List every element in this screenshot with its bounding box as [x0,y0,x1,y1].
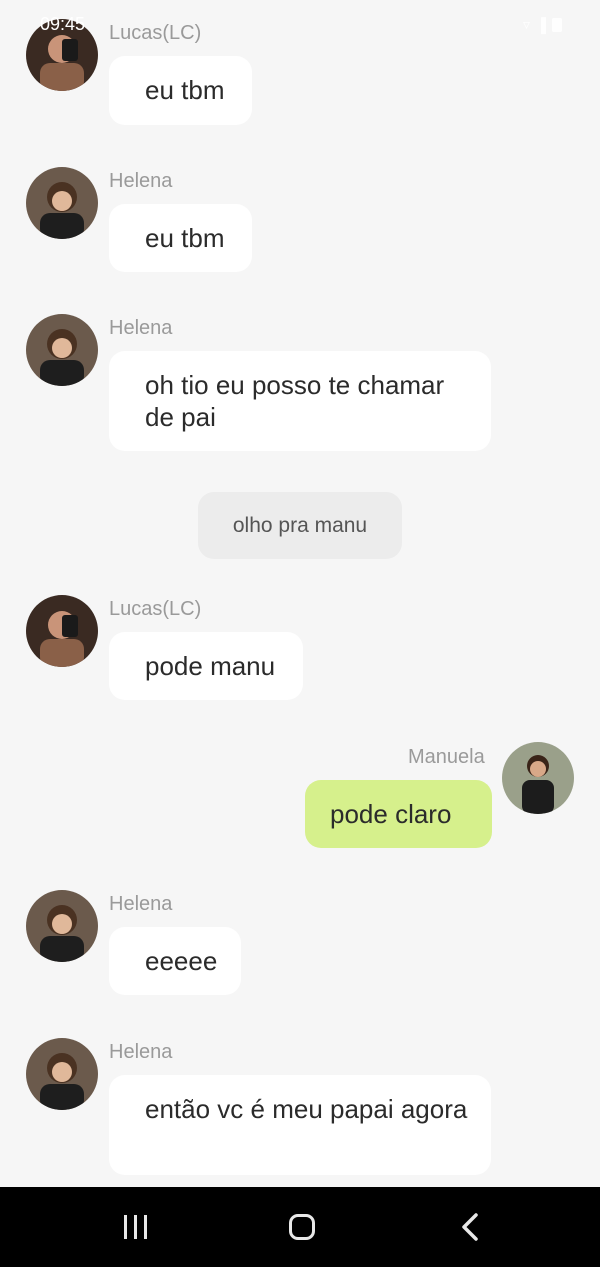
status-bar: 09:45 ▿ ▐ [0,0,600,50]
avatar-helena[interactable] [26,890,98,962]
sender-name: Helena [109,170,173,192]
signal-icon: ▐ [536,16,546,33]
system-message: olho pra manu [198,492,402,559]
sender-name: Helena [109,1041,173,1063]
avatar-helena[interactable] [26,314,98,386]
sender-name: Lucas(LC) [109,598,202,620]
navigation-bar [0,1187,600,1267]
sender-name: Helena [109,893,173,915]
chat-area[interactable]: Lucas(LC) eu tbm Helena eu tbm Helena oh… [0,0,600,1187]
status-time: 09:45 [40,14,86,34]
avatar-lucas[interactable] [26,595,98,667]
avatar-manuela[interactable] [502,742,574,814]
back-icon[interactable] [410,1187,530,1267]
message-bubble[interactable]: eeeee [109,927,241,995]
message-bubble[interactable]: então vc é meu papai agora [109,1075,491,1175]
sender-name: Helena [109,317,173,339]
home-icon[interactable] [242,1187,362,1267]
avatar-helena[interactable] [26,1038,98,1110]
status-icons: ▿ ▐ [523,16,562,33]
wifi-icon: ▿ [523,16,531,32]
message-bubble[interactable]: eu tbm [109,56,252,125]
message-bubble[interactable]: pode manu [109,632,303,700]
message-bubble[interactable]: oh tio eu posso te chamar de pai [109,351,491,451]
message-bubble-mine[interactable]: pode claro [305,780,492,848]
sender-name: Manuela [408,746,485,768]
message-bubble[interactable]: eu tbm [109,204,252,272]
recent-apps-icon[interactable] [75,1187,195,1267]
avatar-helena[interactable] [26,167,98,239]
battery-icon [552,17,562,32]
